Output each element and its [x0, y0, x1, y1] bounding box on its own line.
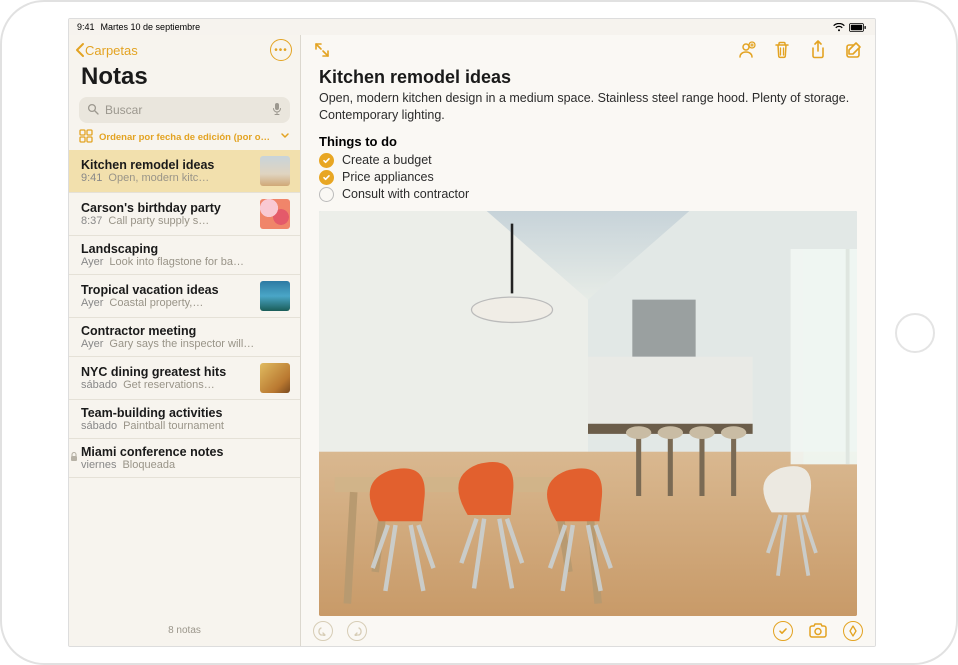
- undo-button: [313, 621, 333, 641]
- note-item-title: Landscaping: [81, 242, 290, 256]
- status-time: 9:41: [77, 22, 95, 32]
- back-label: Carpetas: [85, 43, 138, 58]
- note-item-thumbnail: [260, 363, 290, 393]
- screen: 9:41 Martes 10 de septiembre Carpetas: [68, 18, 876, 647]
- share-button[interactable]: [807, 39, 829, 61]
- checklist-item-label: Price appliances: [342, 170, 434, 184]
- note-item-subtitle: 9:41Open, modern kitc…: [81, 172, 252, 184]
- notes-list: Kitchen remodel ideas9:41Open, modern ki…: [69, 150, 300, 617]
- checklist-item[interactable]: Consult with contractor: [319, 186, 857, 203]
- bottom-toolbar: [301, 616, 875, 646]
- note-list-item[interactable]: NYC dining greatest hitssábadoGet reserv…: [69, 357, 300, 400]
- checklist-button[interactable]: [773, 621, 793, 641]
- sidebar-footer: 8 notas: [69, 617, 300, 646]
- status-bar: 9:41 Martes 10 de septiembre: [69, 19, 875, 35]
- note-item-thumbnail: [260, 199, 290, 229]
- expand-button[interactable]: [311, 39, 333, 61]
- checklist-heading: Things to do: [319, 134, 857, 149]
- ellipsis-icon: •••: [274, 45, 288, 56]
- search-input[interactable]: Buscar: [79, 97, 290, 123]
- camera-icon: [808, 623, 828, 639]
- pen-icon: [848, 625, 858, 637]
- undo-icon: [318, 626, 328, 636]
- notes-app: Carpetas ••• Notas Buscar: [69, 35, 875, 646]
- note-item-title: Tropical vacation ideas: [81, 283, 252, 297]
- note-list-item[interactable]: Tropical vacation ideasAyerCoastal prope…: [69, 275, 300, 318]
- checkbox-checked-icon[interactable]: [319, 153, 334, 168]
- status-date: Martes 10 de septiembre: [101, 22, 201, 32]
- note-item-title: NYC dining greatest hits: [81, 365, 252, 379]
- note-item-subtitle: AyerLook into flagstone for ba…: [81, 256, 290, 268]
- note-list-item[interactable]: Kitchen remodel ideas9:41Open, modern ki…: [69, 150, 300, 193]
- note-title: Kitchen remodel ideas: [319, 67, 857, 88]
- note-item-title: Contractor meeting: [81, 324, 290, 338]
- note-list-item[interactable]: Team-building activitiessábadoPaintball …: [69, 400, 300, 439]
- note-item-title: Carson's birthday party: [81, 201, 252, 215]
- sidebar-title: Notas: [69, 63, 300, 97]
- gallery-view-icon[interactable]: [79, 129, 93, 146]
- home-button[interactable]: [895, 313, 935, 353]
- checklist: Create a budget Price appliances Consult w…: [319, 152, 857, 203]
- person-add-icon: [736, 41, 756, 59]
- lock-icon: [70, 449, 78, 467]
- dictation-icon[interactable]: [272, 102, 282, 119]
- ipad-device: 9:41 Martes 10 de septiembre Carpetas: [0, 0, 958, 665]
- search-placeholder: Buscar: [105, 103, 266, 117]
- sidebar: Carpetas ••• Notas Buscar: [69, 35, 301, 646]
- note-item-title: Team-building activities: [81, 406, 290, 420]
- delete-button[interactable]: [771, 39, 793, 61]
- checkmark-icon: [778, 626, 788, 636]
- note-item-thumbnail: [260, 281, 290, 311]
- note-item-subtitle: sábadoGet reservations…: [81, 379, 252, 391]
- sort-row[interactable]: Ordenar por fecha de edición (por omisió…: [69, 129, 300, 150]
- note-item-title: Kitchen remodel ideas: [81, 158, 252, 172]
- checklist-item-label: Consult with contractor: [342, 187, 469, 201]
- note-item-subtitle: AyerGary says the inspector will…: [81, 338, 290, 350]
- wifi-icon: [833, 23, 845, 32]
- top-toolbar: [301, 35, 875, 65]
- markup-button[interactable]: [843, 621, 863, 641]
- note-item-subtitle: AyerCoastal property,…: [81, 297, 252, 309]
- note-view: Kitchen remodel ideas Open, modern kitch…: [301, 35, 875, 646]
- sort-label: Ordenar por fecha de edición (por omisió…: [99, 132, 274, 143]
- compose-icon: [845, 41, 863, 59]
- chevron-down-icon: [280, 132, 290, 143]
- checkbox-unchecked-icon[interactable]: [319, 187, 334, 202]
- note-item-thumbnail: [260, 156, 290, 186]
- note-content[interactable]: Kitchen remodel ideas Open, modern kitch…: [301, 65, 875, 616]
- redo-icon: [352, 626, 362, 636]
- note-list-item[interactable]: Miami conference notesviernesBloqueada: [69, 439, 300, 478]
- checklist-item[interactable]: Price appliances: [319, 169, 857, 186]
- compose-button[interactable]: [843, 39, 865, 61]
- note-list-item[interactable]: Carson's birthday party8:37Call party su…: [69, 193, 300, 236]
- note-item-subtitle: viernesBloqueada: [81, 459, 290, 471]
- note-item-subtitle: sábadoPaintball tournament: [81, 420, 290, 432]
- share-icon: [810, 40, 826, 60]
- battery-icon: [849, 23, 867, 32]
- checklist-item[interactable]: Create a budget: [319, 152, 857, 169]
- expand-icon: [314, 42, 330, 58]
- search-icon: [87, 103, 99, 118]
- note-body: Open, modern kitchen design in a medium …: [319, 90, 857, 124]
- note-item-subtitle: 8:37Call party supply s…: [81, 215, 252, 227]
- note-attachment-image[interactable]: [319, 211, 857, 616]
- more-button[interactable]: •••: [270, 39, 292, 61]
- camera-button[interactable]: [807, 620, 829, 642]
- redo-button: [347, 621, 367, 641]
- checklist-item-label: Create a budget: [342, 153, 432, 167]
- trash-icon: [774, 41, 790, 59]
- collaborate-button[interactable]: [735, 39, 757, 61]
- back-button[interactable]: Carpetas: [73, 42, 138, 58]
- note-item-title: Miami conference notes: [81, 445, 290, 459]
- note-list-item[interactable]: Contractor meetingAyerGary says the insp…: [69, 318, 300, 357]
- note-list-item[interactable]: LandscapingAyerLook into flagstone for b…: [69, 236, 300, 275]
- checkbox-checked-icon[interactable]: [319, 170, 334, 185]
